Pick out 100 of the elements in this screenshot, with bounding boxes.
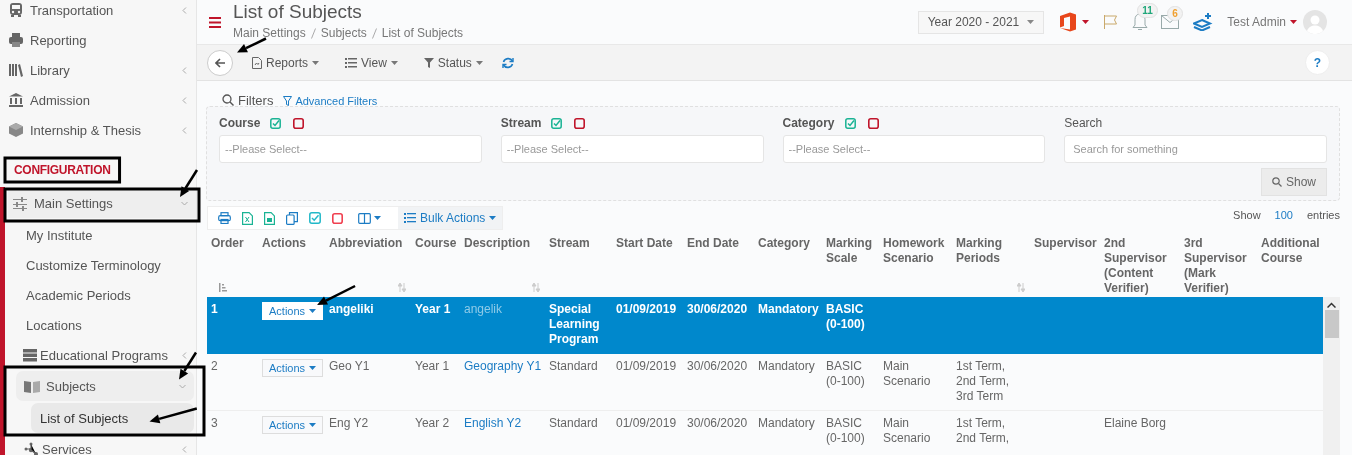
sidebar-item[interactable]: Services	[5, 434, 196, 455]
check-square-icon[interactable]	[309, 212, 321, 224]
help-button[interactable]: ?	[1305, 50, 1330, 75]
csv-file-icon[interactable]	[264, 211, 275, 225]
column-header: 3rd Supervisor (Mark Verifier)	[1184, 236, 1248, 296]
caret-icon	[1027, 20, 1035, 24]
column-header: Abbreviation	[329, 236, 404, 251]
sidebar-item[interactable]: Transportation	[0, 0, 196, 25]
search-field[interactable]: Search for something	[1064, 135, 1327, 163]
sort-icon[interactable]	[1017, 283, 1025, 292]
caret-icon	[1290, 20, 1297, 24]
sidebar-item[interactable]: Main Settings	[8, 189, 196, 218]
table-row[interactable]: 1 Actions angeliki Year 1 angelik Special Learning Program 01/09/2019 30/06/2020 Mandatory BASIC (0-100)	[207, 297, 1323, 354]
layers-plus-icon[interactable]	[1193, 13, 1214, 31]
breadcrumb-link[interactable]: Main Settings	[233, 26, 306, 40]
filter-label: Stream	[500, 116, 542, 130]
select-field[interactable]: --Please Select--	[219, 135, 482, 163]
square-icon[interactable]	[574, 117, 586, 129]
scroll-up-icon[interactable]	[1327, 302, 1336, 308]
dropdown-button[interactable]: Status	[416, 55, 490, 70]
breadcrumb-link[interactable]: Subjects	[320, 26, 367, 40]
table-cell: 01/09/2019	[616, 416, 677, 430]
print-icon[interactable]	[218, 212, 231, 224]
sidebar-item[interactable]: Academic Periods	[5, 280, 196, 310]
bell-icon[interactable]	[1131, 12, 1150, 32]
actions-button[interactable]: Actions	[262, 302, 324, 320]
select-field[interactable]: --Please Select--	[782, 135, 1046, 163]
sidebar-item[interactable]: Customize Terminology	[5, 250, 196, 280]
envelope-icon[interactable]	[1161, 15, 1180, 29]
sidebar-item[interactable]: List of Subjects	[31, 403, 194, 433]
user-menu[interactable]: Test Admin	[1227, 15, 1297, 29]
sidebar-item[interactable]: Admission	[0, 85, 196, 115]
square-icon[interactable]	[332, 212, 343, 224]
year-select[interactable]: Year 2020 - 2021	[917, 10, 1045, 34]
breadcrumb-separator-icon	[371, 27, 377, 39]
show-button[interactable]: Show	[1260, 168, 1327, 196]
table-cell: Mandatory	[758, 302, 819, 316]
sidebar-item[interactable]: Subjects	[16, 371, 194, 401]
sidebar-item[interactable]: Educational Programs	[5, 340, 196, 370]
check-square-icon[interactable]	[844, 117, 856, 129]
dropdown-button[interactable]: Reports	[245, 55, 327, 70]
columns-button[interactable]	[358, 212, 381, 224]
table-cell: Mandatory	[758, 416, 815, 430]
filter-label: Category	[782, 116, 835, 130]
caret-icon	[374, 216, 381, 220]
table-row[interactable]: 2 Actions Geo Y1 Year 1 Geography Y1 Standard 01/09/2019 30/06/2020 Mandatory BASIC (0-100) Main Scenario 1st Term, 2nd Term, 3rd Term	[207, 354, 1323, 411]
menu-icon[interactable]	[209, 16, 221, 28]
table-cell: Year 1	[415, 302, 451, 316]
sort-ascending-icon[interactable]	[219, 283, 227, 292]
sidebar-item[interactable]: Internship & Thesis	[0, 115, 196, 145]
bulk-actions-button[interactable]: Bulk Actions	[398, 207, 503, 229]
breadcrumb-link[interactable]: List of Subjects	[381, 26, 464, 40]
scrollbar-thumb[interactable]	[1324, 310, 1339, 338]
actions-button[interactable]: Actions	[262, 359, 324, 377]
table-cell: Year 2	[415, 416, 450, 430]
actions-button[interactable]: Actions	[262, 416, 324, 434]
sort-icon[interactable]	[532, 283, 540, 292]
caret-icon	[309, 309, 317, 313]
square-icon[interactable]	[867, 117, 879, 129]
table-row[interactable]: 3 Actions Eng Y2 Year 2 English Y2 Standard 01/09/2019 30/06/2020 Mandatory BASIC (0-100) Main Scenario 1st Term, 2nd Term, Elaine Borg	[207, 411, 1323, 455]
table-cell: 1	[211, 302, 218, 316]
flag-icon[interactable]	[1103, 14, 1120, 30]
table-cell: BASIC (0-100)	[826, 302, 865, 331]
table-cell: 1st Term, 2nd Term, 3rd Term	[956, 359, 1010, 403]
excel-file-icon[interactable]	[242, 211, 253, 225]
page-size-select[interactable]: 100	[1274, 209, 1293, 221]
office-icon[interactable]	[1059, 12, 1078, 32]
description-link[interactable]: English Y2	[464, 416, 522, 430]
count-badge: 11	[1137, 3, 1158, 18]
sidebar-item[interactable]: My Institute	[5, 220, 196, 250]
sidebar-item[interactable]: Reporting	[0, 25, 196, 55]
refresh-icon[interactable]	[501, 56, 514, 69]
caret-icon	[1082, 20, 1090, 24]
entries-label: entries	[1306, 209, 1340, 221]
arrow-left-icon	[214, 57, 226, 68]
box-icon	[8, 122, 24, 138]
scrollbar[interactable]	[1323, 297, 1340, 455]
caret-icon	[309, 366, 317, 370]
table-cell: Standard	[549, 359, 598, 373]
dropdown-button[interactable]: View	[338, 55, 405, 70]
table-cell: 30/06/2020	[687, 359, 748, 373]
show-label: Show	[1233, 209, 1261, 221]
table-cell: Geo Y1	[329, 359, 370, 373]
description-link[interactable]: Geography Y1	[464, 359, 542, 373]
square-icon[interactable]	[293, 117, 305, 129]
sidebar-item[interactable]: Library	[0, 55, 196, 85]
sidebar-item[interactable]: Locations	[5, 310, 196, 340]
table-cell: Eng Y2	[329, 416, 369, 430]
copy-icon[interactable]	[286, 211, 298, 225]
caret-icon	[475, 60, 483, 65]
check-square-icon[interactable]	[270, 117, 282, 129]
column-header: Marking Scale	[826, 236, 873, 266]
section-heading: CONFIGURATION	[14, 162, 111, 178]
columns-icon	[358, 212, 371, 224]
column-header: Category	[758, 236, 811, 251]
back-button[interactable]	[207, 49, 233, 76]
advanced-filters-link[interactable]: Advanced Filters	[283, 95, 378, 107]
check-square-icon[interactable]	[551, 117, 563, 129]
sort-icon[interactable]	[398, 283, 406, 292]
select-field[interactable]: --Please Select--	[500, 135, 764, 163]
